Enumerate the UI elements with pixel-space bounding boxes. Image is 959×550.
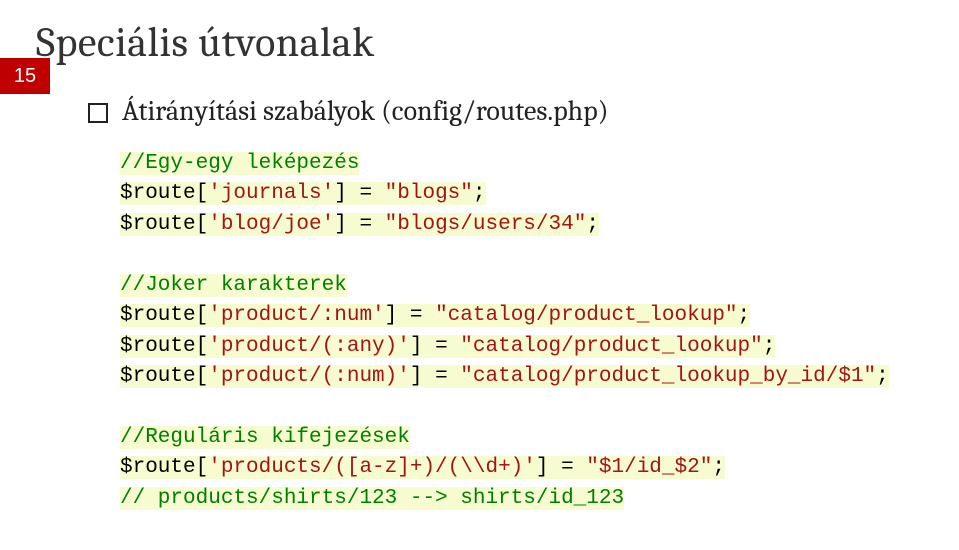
code-string: 'product/:num' <box>208 304 384 327</box>
code-string: "catalog/product_lookup" <box>460 335 762 358</box>
code-token: ] = <box>410 365 460 388</box>
code-token: $route[ <box>120 213 208 236</box>
slide: 15 Speciális útvonalak Átirányítási szab… <box>0 0 959 550</box>
bullet-box-icon <box>88 103 108 123</box>
code-token: $route[ <box>120 304 208 327</box>
code-string: "catalog/product_lookup" <box>435 304 737 327</box>
code-comment: //Reguláris kifejezések <box>120 426 410 449</box>
code-comment: //Egy-egy leképezés <box>120 152 359 175</box>
code-token: ; <box>473 182 486 205</box>
code-token: $route[ <box>120 335 208 358</box>
code-string: 'product/(:any)' <box>208 335 410 358</box>
page-number-badge: 15 <box>0 58 50 94</box>
code-token: ; <box>712 456 725 479</box>
code-token: ] = <box>334 213 384 236</box>
slide-title: Speciális útvonalak <box>36 18 923 67</box>
code-string: 'product/(:num)' <box>208 365 410 388</box>
code-string: 'blog/joe' <box>208 213 334 236</box>
code-comment: //Joker karakterek <box>120 274 347 297</box>
code-token: $route[ <box>120 182 208 205</box>
code-string: "blogs" <box>385 182 473 205</box>
code-string: "catalog/product_lookup_by_id/$1" <box>460 365 876 388</box>
code-string: "$1/id_$2" <box>586 456 712 479</box>
code-token: ; <box>738 304 751 327</box>
code-token: ; <box>876 365 889 388</box>
code-block: //Egy-egy leképezés $route['journals'] =… <box>120 149 923 514</box>
code-token: ] = <box>334 182 384 205</box>
code-token: ] = <box>385 304 435 327</box>
code-token: $route[ <box>120 365 208 388</box>
code-token: ; <box>763 335 776 358</box>
bullet-item: Átirányítási szabályok (config/routes.ph… <box>88 95 923 127</box>
bullet-text: Átirányítási szabályok (config/routes.ph… <box>122 95 608 127</box>
code-token: ] = <box>410 335 460 358</box>
code-token: $route[ <box>120 456 208 479</box>
code-comment: // products/shirts/123 --> shirts/id_123 <box>120 487 624 510</box>
code-string: 'products/([a-z]+)/(\\d+)' <box>208 456 536 479</box>
code-string: 'journals' <box>208 182 334 205</box>
code-string: "blogs/users/34" <box>385 213 587 236</box>
code-token: ] = <box>536 456 586 479</box>
slide-content: Átirányítási szabályok (config/routes.ph… <box>88 95 923 514</box>
code-token: ; <box>586 213 599 236</box>
